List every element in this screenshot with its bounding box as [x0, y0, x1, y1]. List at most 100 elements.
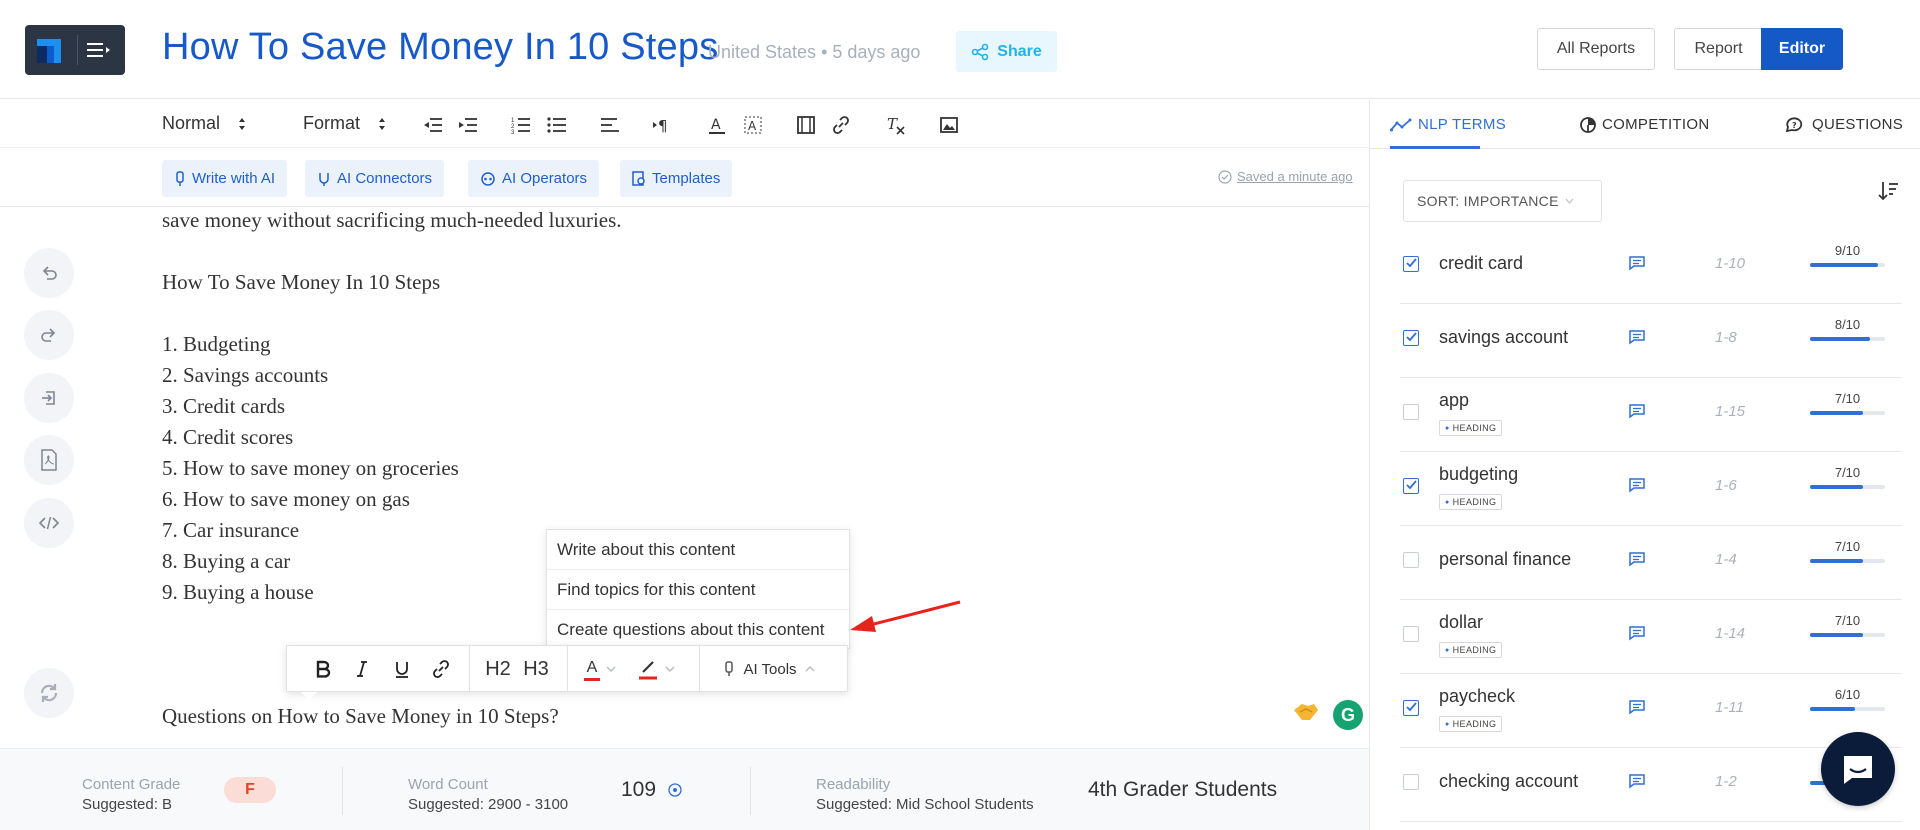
- svg-text:3: 3: [511, 130, 515, 136]
- h2-button[interactable]: H2: [481, 654, 515, 684]
- comment-icon[interactable]: [1628, 551, 1646, 567]
- checkmark-icon: [1406, 702, 1417, 712]
- outdent-icon[interactable]: [422, 114, 444, 136]
- term-score-fill: [1810, 633, 1863, 637]
- connector-icon: [319, 172, 329, 186]
- link-icon[interactable]: [830, 114, 852, 136]
- term-usage-range: 1-11: [1715, 699, 1744, 716]
- comment-icon[interactable]: [1628, 625, 1646, 641]
- align-left-icon[interactable]: [599, 114, 621, 136]
- logo-icon: [37, 39, 61, 63]
- clear-format-icon[interactable]: T: [884, 114, 906, 136]
- term-row[interactable]: paycheck HEADING 1-11 6/10: [1400, 674, 1902, 748]
- menu-item-write-about[interactable]: Write about this content: [547, 530, 849, 570]
- term-checkbox[interactable]: [1403, 478, 1419, 494]
- format-value: Format: [303, 113, 361, 133]
- font-color-icon[interactable]: A: [706, 114, 728, 136]
- tab-competition[interactable]: COMPETITION: [1580, 116, 1709, 133]
- menu-collapse-icon[interactable]: [87, 40, 111, 60]
- term-row[interactable]: savings account 1-8 8/10: [1400, 304, 1902, 378]
- term-row[interactable]: personal finance 1-4 7/10: [1400, 526, 1902, 600]
- term-row[interactable]: budgeting HEADING 1-6 7/10: [1400, 452, 1902, 526]
- term-checkbox[interactable]: [1403, 774, 1419, 790]
- chat-support-button[interactable]: [1821, 732, 1895, 806]
- editor-view-button[interactable]: Editor: [1761, 28, 1843, 70]
- term-usage-range: 1-8: [1715, 329, 1737, 346]
- bold-button[interactable]: [308, 654, 338, 684]
- handshake-icon[interactable]: [1292, 700, 1320, 724]
- image-icon[interactable]: [938, 114, 960, 136]
- app-logo-menu[interactable]: [25, 25, 125, 75]
- comment-icon[interactable]: [1628, 403, 1646, 419]
- term-row[interactable]: dollar HEADING 1-14 7/10: [1400, 600, 1902, 674]
- svg-text:?: ?: [1792, 121, 1797, 130]
- sort-select[interactable]: SORT: IMPORTANCE: [1403, 180, 1602, 222]
- menu-item-create-questions[interactable]: Create questions about this content: [547, 610, 849, 650]
- all-reports-button[interactable]: All Reports: [1537, 28, 1655, 70]
- highlight-color-button[interactable]: [633, 654, 679, 684]
- target-icon[interactable]: [668, 783, 682, 797]
- comment-icon[interactable]: [1628, 255, 1646, 271]
- video-icon[interactable]: [795, 114, 817, 136]
- write-with-ai-button[interactable]: Write with AI: [162, 160, 288, 197]
- comment-icon[interactable]: [1628, 699, 1646, 715]
- term-checkbox[interactable]: [1403, 552, 1419, 568]
- paragraph-style-value: Normal: [162, 113, 221, 133]
- checkmark-icon: [1406, 258, 1417, 268]
- term-checkbox[interactable]: [1403, 626, 1419, 642]
- report-view-button[interactable]: Report: [1674, 28, 1762, 70]
- sort-order-icon[interactable]: [1878, 180, 1900, 202]
- italic-button[interactable]: [347, 654, 377, 684]
- tab-questions[interactable]: ? QUESTIONS: [1784, 116, 1903, 133]
- embed-code-button[interactable]: [24, 498, 74, 548]
- share-button[interactable]: Share: [956, 31, 1057, 72]
- svg-text:A: A: [711, 117, 721, 133]
- term-row[interactable]: credit card 1-10 9/10: [1400, 230, 1902, 304]
- trend-line-icon: [1390, 118, 1412, 131]
- term-checkbox[interactable]: [1403, 256, 1419, 272]
- page-title: How To Save Money In 10 Steps: [162, 26, 719, 68]
- write-with-ai-label: Write with AI: [192, 170, 276, 187]
- text-color-button[interactable]: A: [577, 654, 623, 684]
- bullet-list-icon[interactable]: [546, 114, 568, 136]
- content-grade-label: Content Grade: [82, 776, 181, 793]
- h3-button[interactable]: H3: [519, 654, 553, 684]
- import-button[interactable]: [24, 373, 74, 423]
- export-pdf-button[interactable]: [24, 435, 74, 485]
- list-item: 9. Buying a house: [162, 580, 314, 604]
- italic-icon: [357, 661, 367, 677]
- link-button[interactable]: [426, 654, 456, 684]
- term-score-fill: [1810, 559, 1863, 563]
- ai-tools-toggle[interactable]: AI Tools: [709, 654, 829, 684]
- term-row[interactable]: app HEADING 1-15 7/10: [1400, 378, 1902, 452]
- logo-divider: [77, 35, 78, 65]
- ai-operators-button[interactable]: AI Operators: [468, 160, 600, 197]
- comment-icon[interactable]: [1628, 329, 1646, 345]
- term-usage-range: 1-10: [1715, 255, 1746, 272]
- highlight-color-icon[interactable]: A: [742, 114, 764, 136]
- term-checkbox[interactable]: [1403, 330, 1419, 346]
- sync-button[interactable]: [24, 668, 74, 718]
- comment-icon[interactable]: [1628, 477, 1646, 493]
- inline-format-bar: H2 H3 A AI Tools: [286, 645, 848, 700]
- active-tab-indicator: [1390, 146, 1480, 149]
- term-score-bar: [1810, 707, 1885, 711]
- underline-button[interactable]: [387, 654, 417, 684]
- text-direction-icon[interactable]: ¶: [652, 114, 674, 136]
- ordered-list-icon[interactable]: 123: [510, 114, 532, 136]
- templates-button[interactable]: Templates: [620, 160, 733, 197]
- term-score: 8/10: [1834, 317, 1861, 332]
- menu-item-find-topics[interactable]: Find topics for this content: [547, 570, 849, 610]
- grammarly-icon[interactable]: G: [1333, 700, 1363, 730]
- term-checkbox[interactable]: [1403, 404, 1419, 420]
- paragraph-style-select[interactable]: Normal: [162, 113, 246, 134]
- indent-icon[interactable]: [457, 114, 479, 136]
- term-checkbox[interactable]: [1403, 700, 1419, 716]
- undo-button[interactable]: [24, 248, 74, 298]
- comment-icon[interactable]: [1628, 773, 1646, 789]
- format-bar-caret: [301, 692, 317, 700]
- ai-connectors-button[interactable]: AI Connectors: [305, 160, 445, 197]
- redo-button[interactable]: [24, 310, 74, 360]
- format-select[interactable]: Format: [303, 113, 386, 134]
- tab-nlp-terms[interactable]: NLP TERMS: [1390, 116, 1506, 133]
